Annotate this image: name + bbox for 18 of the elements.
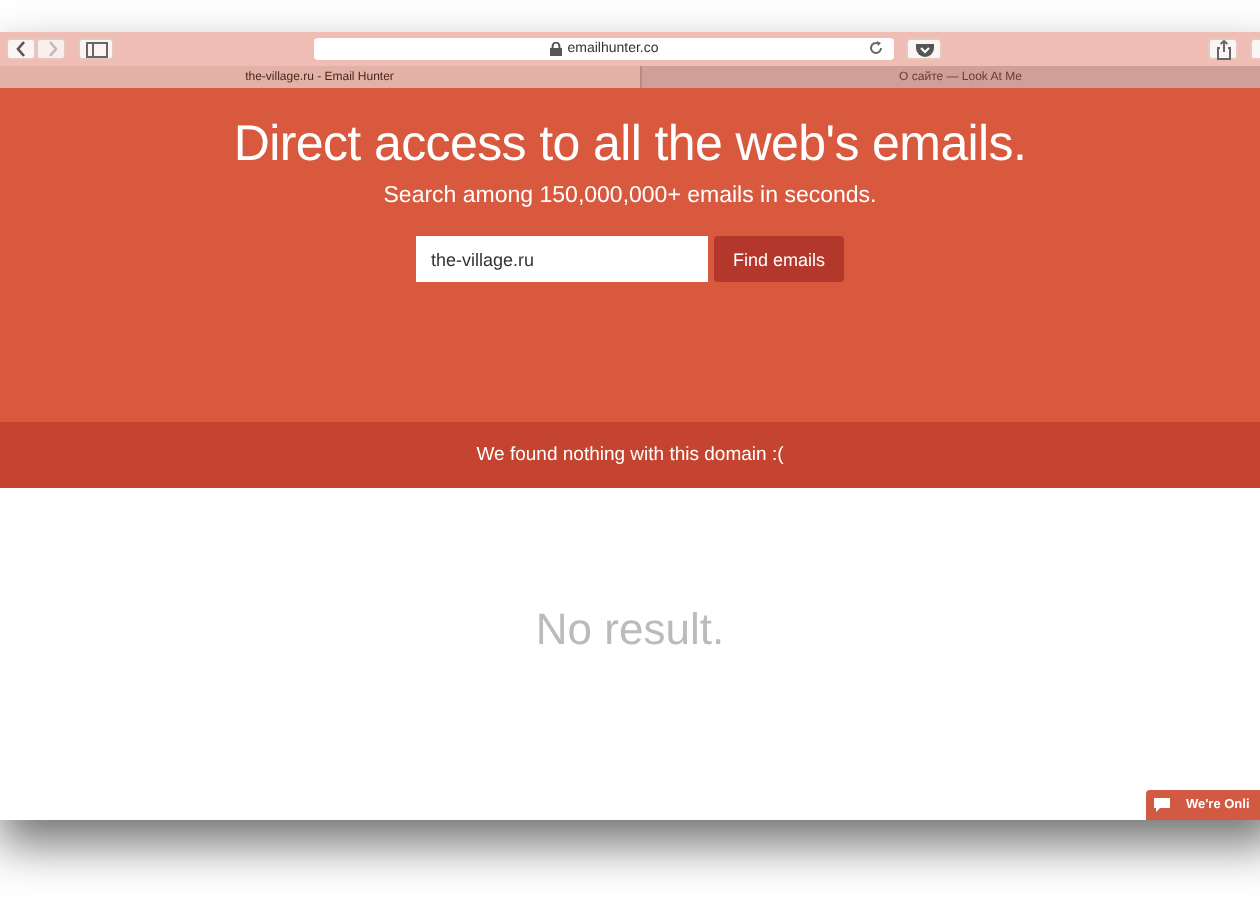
find-emails-button[interactable]: Find emails [714,236,843,282]
speech-bubble-icon [1154,797,1170,813]
chevron-left-icon [13,40,29,58]
lock-icon [549,42,562,56]
hero-title: Direct access to all the web's emails. [233,116,1027,174]
share-button[interactable] [1208,38,1238,60]
sidebar-icon [85,41,107,57]
chevron-right-icon [43,40,59,58]
pocket-button[interactable] [906,38,942,60]
share-icon [1215,39,1231,59]
reload-icon[interactable] [868,40,884,56]
no-result-text: No result. [535,604,725,658]
back-button[interactable] [6,38,36,60]
pocket-icon [915,41,933,57]
domain-field[interactable]: the-village.ru [416,236,709,282]
notice-text: We found nothing with this domain :( [476,444,784,466]
sidebar-button[interactable] [78,38,114,60]
hero-subtitle: Search among 150,000,000+ emails in seconds. [383,184,877,208]
